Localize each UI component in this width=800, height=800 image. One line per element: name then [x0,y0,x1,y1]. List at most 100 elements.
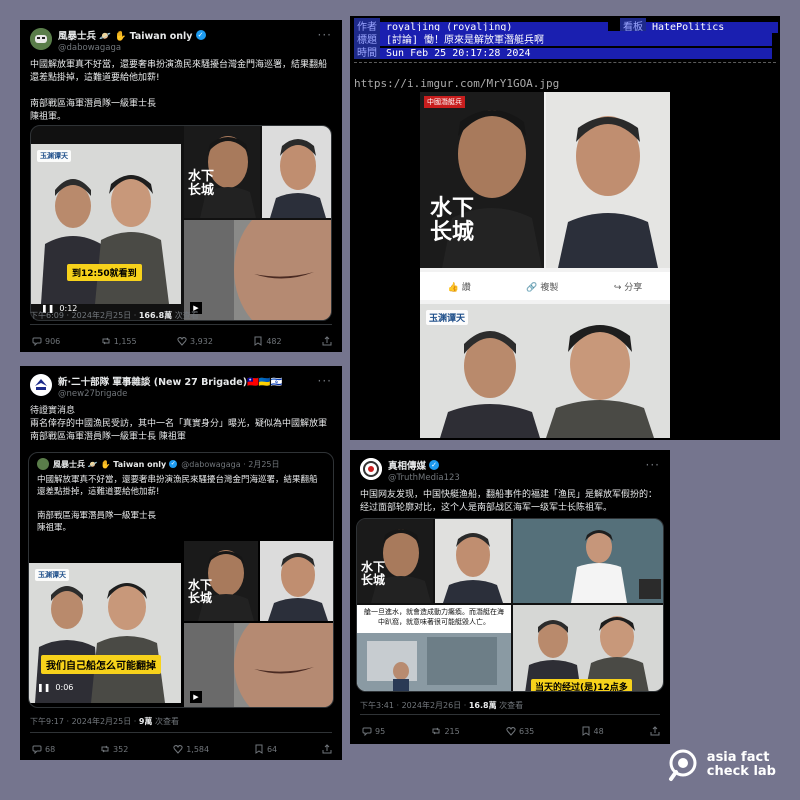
display-name[interactable]: 風暴士兵 🪐 ✋ Taiwan only [58,28,193,42]
ptt-image-closeup [546,92,670,268]
reply-button[interactable]: 68 [32,744,55,754]
tweet-text: 中国网友发现，中国快艇渔船，翻船事件的福建「渔民」是解放军假扮的：经过面部轮廓对… [360,490,658,513]
grid-image-interview[interactable]: 当天的经过(是)12点多 [513,605,663,691]
like-count: 635 [519,726,535,736]
retweet-icon [101,745,109,753]
ptt-post-card: 作者 royaljing (royaljing) 看板 HatePolitics 標題… [350,16,780,440]
retweet-count: 1,155 [113,336,137,346]
user-handle[interactable]: @TruthMedia123 [388,473,642,483]
view-count: 9萬 [138,717,153,726]
video-thumbnail-left: 玉渊谭天 到12:50就看到 [31,144,181,304]
video-thumbnail-mouth: ▶ [184,623,333,707]
reply-icon [362,727,372,736]
pause-icon[interactable]: ❚❚ [37,683,50,692]
video-caption: 我们自己船怎么可能翻掉 [41,655,161,674]
watermark-line-1: asia fact [706,750,770,765]
fb-like-button[interactable]: 👍 讚 [448,280,471,293]
retweet-button[interactable]: 1,155 [101,336,137,346]
more-options-icon[interactable]: ··· [646,458,660,472]
video-caption: 到12:50就看到 [67,264,142,281]
quoted-display-name: 風暴士兵 🪐 ✋ Taiwan only [53,459,167,469]
quoted-avatar [37,458,49,470]
grid-image-portrait[interactable]: 水下 长城 [357,519,433,603]
retweet-button[interactable]: 215 [431,726,460,736]
video-media[interactable]: 玉渊谭天 到12:50就看到 水下 长城 ▶ ❚❚ 0:12 [30,125,332,321]
tweet-meta: 下午9:17 · 2024年2月25日 · 9萬 次查看 [30,716,179,727]
heart-icon [173,745,183,754]
grid-image-submarine[interactable]: 艙一旦進水，就會造成動力癱瘓。而潛艇在海中趴窩，就意味著很可能艇毀人亡。 [357,605,511,691]
views-label: 次查看 [172,311,199,320]
tweet-meta: 下午3:41 · 2024年2月26日 · 16.8萬 次查看 [360,700,523,711]
like-button[interactable]: 3,932 [177,336,213,346]
imgur-link[interactable]: https://i.imgur.com/MrY1GOA.jpg [354,77,559,90]
share-icon [650,726,660,736]
more-options-icon[interactable]: ··· [318,374,332,388]
retweet-button[interactable]: 352 [100,744,128,754]
grid-image-navy[interactable] [513,519,663,603]
tweet-card-2: 新·二十部隊 軍事雜談 (New 27 Brigade)🇹🇼🇺🇦🇮🇱 @new2… [20,366,342,760]
bookmark-button[interactable]: 64 [254,744,277,754]
bookmark-button[interactable]: 482 [253,336,282,346]
user-handle[interactable]: @new27brigade [58,389,314,399]
like-button[interactable]: 1,584 [173,744,209,754]
avatar[interactable] [30,28,52,50]
grid-subtitle: 艙一旦進水，就會造成動力癱瘓。而潛艇在海中趴窩，就意味著很可能艇毀人亡。 [364,608,504,626]
post-time[interactable]: 下午3:41 · 2024年2月26日 · [360,701,469,710]
ptt-image: 中國潛艇兵 水下 长城 👍 讚 🔗 複製 ↪ 分享 玉渊谭天 [420,92,670,438]
more-options-icon[interactable]: ··· [318,28,332,42]
quoted-handle: @dabowagaga · 2月25日 [181,459,280,469]
display-name[interactable]: 真相傳媒 [388,458,426,472]
avatar[interactable] [30,374,52,396]
view-count: 166.8萬 [138,311,173,320]
share-button[interactable] [322,744,332,754]
video-thumbnail-closeup [262,126,331,218]
action-bar: 906 1,155 3,932 482 [32,336,332,346]
ptt-image-portrait: 中國潛艇兵 水下 长城 [420,92,544,268]
tweet-card-1: 風暴士兵 🪐 ✋ Taiwan only ✓ @dabowagaga ··· 中國… [20,20,342,352]
heart-icon [177,337,187,346]
video-timestamp: 0:06 [55,683,74,692]
image-grid[interactable]: 水下 长城 艙一旦進水，就會造成動力癱瘓。而潛艇在海中趴窩，就意味著很可能艇毀人… [356,518,664,692]
play-icon[interactable]: ▶ [190,691,202,703]
bookmark-icon [254,336,262,346]
verified-badge-icon: ✓ [195,30,206,40]
views-label: 次查看 [152,717,179,726]
retweet-count: 215 [444,726,460,736]
fb-copy-label: 複製 [540,282,559,293]
retweet-icon [102,337,110,345]
grid-image-closeup[interactable] [435,519,511,603]
reply-button[interactable]: 906 [32,336,60,346]
like-button[interactable]: 635 [506,726,534,736]
retweet-count: 352 [113,744,129,754]
quoted-text: 中國解放軍真不好當，還要奢串扮演漁民來騷擾台灣金門海巡署，結果翻船還差點掛掉，這… [37,475,318,533]
quoted-tweet[interactable]: 風暴士兵 🪐 ✋ Taiwan only ✓ @dabowagaga · 2月2… [28,452,334,708]
reply-button[interactable]: 95 [362,726,385,736]
divider [360,714,660,715]
reply-count: 68 [45,744,56,754]
retweet-icon [432,727,440,735]
post-time[interactable]: 下午6:09 · 2024年2月25日 · [30,311,139,320]
fb-copy-button[interactable]: 🔗 複製 [526,280,558,293]
share-button[interactable] [650,726,660,736]
bookmark-button[interactable]: 48 [581,726,604,736]
video-controls[interactable]: ❚❚ 0:06 [37,683,73,692]
reply-count: 95 [375,726,386,736]
reply-icon [32,745,42,754]
tweet-text: 中國解放軍真不好當，還要奢串扮演漁民來騷擾台灣金門海巡署，結果翻船還差點掛掉，這… [30,60,328,122]
views-label: 次查看 [496,701,524,710]
share-button[interactable] [322,336,332,346]
share-icon [322,336,332,346]
video-thumbnail-portrait: 水下 长城 [184,126,260,218]
user-handle[interactable]: @dabowagaga [58,43,314,53]
like-count: 1,584 [186,744,210,754]
post-time[interactable]: 下午9:17 · 2024年2月25日 · [30,717,139,726]
ptt-time: Sun Feb 25 20:17:28 2024 [380,48,772,59]
display-name[interactable]: 新·二十部隊 軍事雜談 (New 27 Brigade)🇹🇼🇺🇦🇮🇱 [58,374,283,388]
verified-badge-icon: ✓ [429,460,440,470]
overlay-title: 水下 长城 [430,195,475,245]
ptt-image-interview: 玉渊谭天 [420,304,670,438]
fb-action-bar: 👍 讚 🔗 複製 ↪ 分享 [420,272,670,300]
ptt-time-label: 時間 [354,44,380,59]
avatar[interactable] [360,458,382,480]
fb-share-button[interactable]: ↪ 分享 [614,280,642,293]
